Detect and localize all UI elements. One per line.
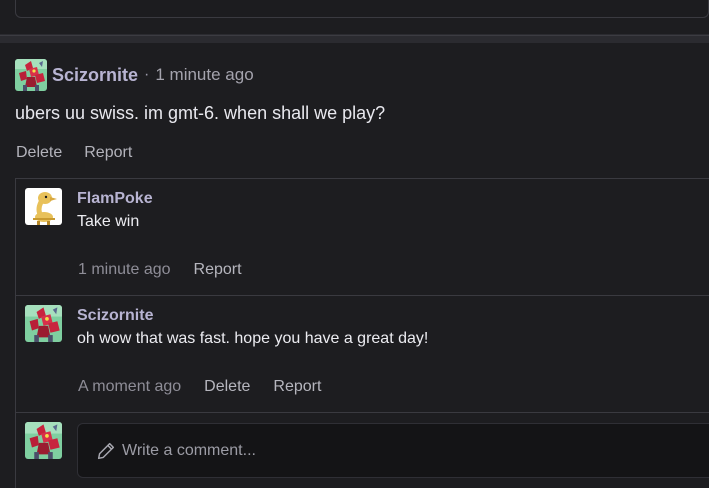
- scizor-pokemon-avatar-icon: [25, 305, 62, 342]
- scizor-pokemon-avatar-icon: [15, 59, 47, 91]
- comment-author[interactable]: Scizornite: [77, 307, 153, 325]
- comment-timestamp: A moment ago: [78, 378, 182, 395]
- post-body: ubers uu swiss. im gmt-6. when shall we …: [15, 103, 386, 123]
- avatar: [25, 422, 62, 459]
- post: Scizornite · 1 minute ago ubers uu swiss…: [0, 43, 709, 488]
- comment-text: Take win: [77, 213, 140, 230]
- pencil-icon: [97, 442, 115, 459]
- scizor-pokemon-avatar-icon: [25, 422, 62, 459]
- avatar[interactable]: [25, 188, 62, 225]
- comment-item: Scizornite oh wow that was fast. hope yo…: [16, 295, 709, 412]
- delete-button[interactable]: Delete: [204, 378, 250, 396]
- avatar[interactable]: [15, 59, 47, 91]
- avatar[interactable]: [25, 305, 62, 342]
- comment-timestamp: 1 minute ago: [78, 261, 171, 278]
- comment-author[interactable]: FlamPoke: [77, 190, 153, 208]
- bird-pokemon-avatar-icon: [25, 188, 62, 225]
- report-button[interactable]: Report: [194, 261, 242, 279]
- separator-line: [0, 35, 709, 36]
- report-button[interactable]: Report: [84, 144, 132, 162]
- comment-item: FlamPoke Take win 1 minute ago Report: [16, 178, 709, 295]
- comment-text: oh wow that was fast. hope you have a gr…: [77, 330, 429, 347]
- report-button[interactable]: Report: [273, 378, 321, 396]
- comment-meta: 1 minute ago Report: [78, 261, 265, 279]
- comment-input[interactable]: [122, 441, 682, 460]
- previous-post-card: [15, 0, 709, 18]
- comment-meta: A moment ago Delete Report: [78, 378, 344, 396]
- comment-composer: [16, 412, 709, 488]
- meta-separator: ·: [144, 66, 150, 83]
- post-author[interactable]: Scizornite: [52, 65, 138, 86]
- comment-page: Scizornite · 1 minute ago ubers uu swiss…: [0, 0, 709, 488]
- delete-button[interactable]: Delete: [16, 144, 62, 162]
- post-timestamp: 1 minute ago: [155, 65, 254, 84]
- post-header: Scizornite · 1 minute ago: [15, 59, 254, 91]
- post-actions: Delete Report: [16, 144, 154, 162]
- comment-input-box[interactable]: [77, 423, 709, 478]
- comment-thread: FlamPoke Take win 1 minute ago Report Sc…: [15, 178, 709, 488]
